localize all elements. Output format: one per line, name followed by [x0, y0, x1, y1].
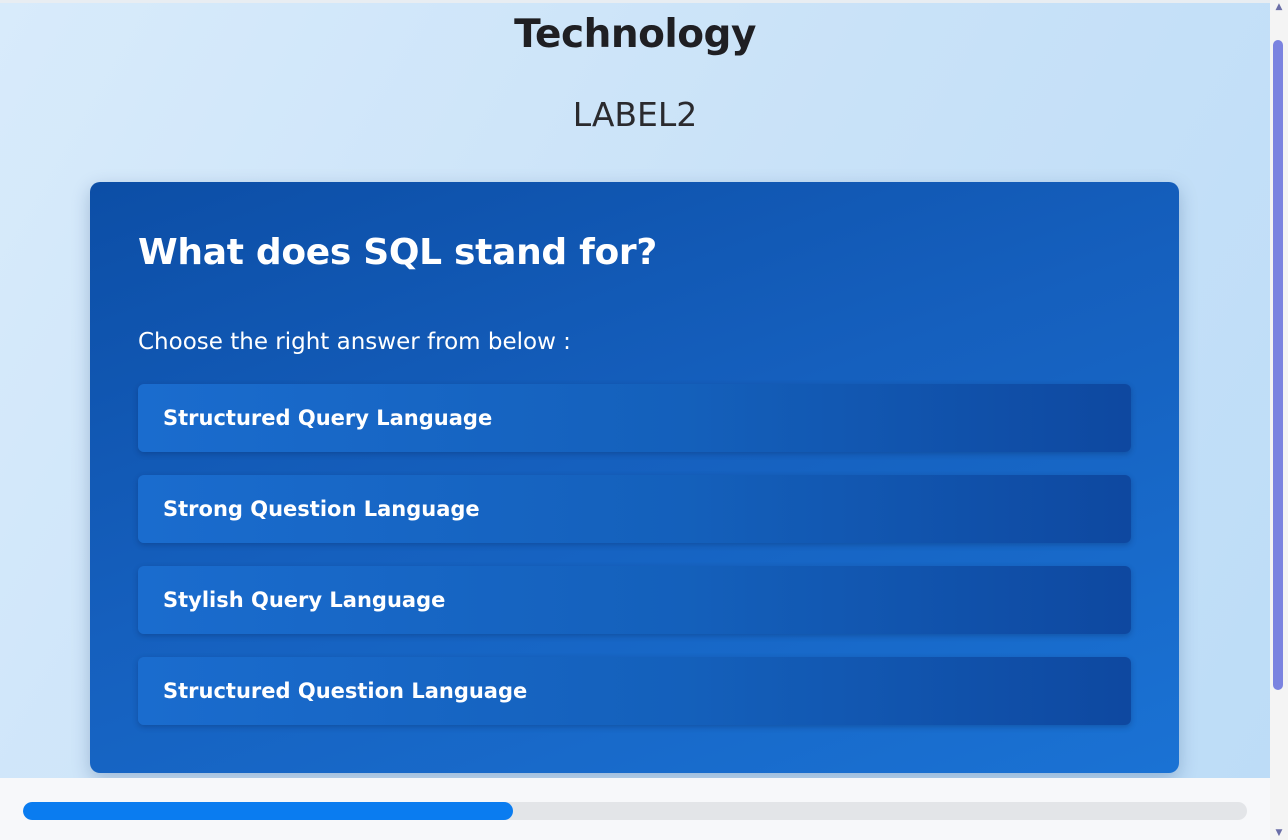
answer-option[interactable]: Stylish Query Language	[138, 566, 1131, 634]
instruction-text: Choose the right answer from below :	[138, 329, 571, 355]
scroll-down-arrow-icon[interactable]: ▼	[1270, 826, 1288, 840]
answer-option[interactable]: Structured Query Language	[138, 384, 1131, 452]
scroll-thumb[interactable]	[1273, 40, 1283, 690]
answer-option[interactable]: Strong Question Language	[138, 475, 1131, 543]
progress-bar	[23, 802, 1247, 820]
answer-options: Structured Query Language Strong Questio…	[138, 384, 1131, 748]
subtitle-label: LABEL2	[572, 95, 698, 134]
answer-option[interactable]: Structured Question Language	[138, 657, 1131, 725]
category-title: Technology	[514, 12, 756, 57]
scroll-up-arrow-icon[interactable]: ▲	[1270, 0, 1288, 14]
question-card: What does SQL stand for? Choose the righ…	[90, 182, 1179, 773]
progress-fill	[23, 802, 513, 820]
progress-footer	[0, 778, 1270, 840]
question-text: What does SQL stand for?	[138, 232, 657, 273]
vertical-scrollbar[interactable]: ▲ ▼	[1270, 0, 1288, 840]
quiz-page: Technology LABEL2 What does SQL stand fo…	[0, 0, 1270, 778]
